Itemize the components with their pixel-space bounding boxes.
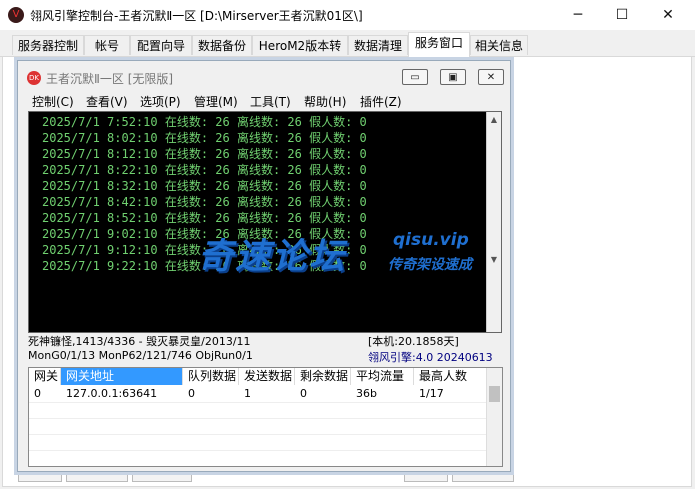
tab-service-window[interactable]: 服务窗口 <box>408 32 470 57</box>
watermark-slogan: 传奇架设速成 <box>388 257 472 273</box>
table-header-max-users[interactable]: 最高人数 <box>414 368 488 385</box>
status-local: [本机:20.1858天] <box>368 335 459 348</box>
status-run: Run52/47 Soc0/0 Usr0/123 <box>28 300 176 313</box>
log-line: 2025/7/1 8:42:10 在线数: 26 离线数: 26 假人数: 0 <box>42 195 367 209</box>
maximize-button[interactable]: ☐ <box>599 0 645 30</box>
table-cell: 1/17 <box>419 387 444 400</box>
child-maximize-button[interactable]: ▣ <box>440 69 466 85</box>
table-cell: 0 <box>34 387 41 400</box>
status-hum: Hum0/12 Mon62/123 UsrRot15/130 Merch0/12… <box>28 317 347 330</box>
tab-data-backup[interactable]: 数据备份 <box>192 35 252 55</box>
tab-data-cleanup[interactable]: 数据清理 <box>348 35 408 55</box>
tab-herom2-convert[interactable]: HeroM2版本转换 <box>252 35 348 73</box>
table-header-avg-traffic[interactable]: 平均流量 <box>351 368 414 385</box>
table-cell: 0 <box>300 387 307 400</box>
status-mongo: MonG0/1/13 MonP62/121/746 ObjRun0/1 <box>28 349 253 362</box>
table-gridline <box>29 434 488 435</box>
title-bar: V 翎风引擎控制台-王者沉默Ⅱ一区 [D:\Mirserver王者沉默01区\]… <box>0 0 695 30</box>
log-line: 2025/7/1 7:52:10 在线数: 26 离线数: 26 假人数: 0 <box>42 115 367 129</box>
table-gridline <box>29 402 488 403</box>
close-button[interactable]: ✕ <box>645 0 691 30</box>
status-engine: 引擎:259:28:40 [M][F] <box>226 302 345 315</box>
table-scroll-thumb[interactable] <box>489 386 500 402</box>
table-cell: 36b <box>356 387 377 400</box>
table-scrollbar[interactable] <box>486 368 502 466</box>
status-refresh: [刷怪:130671;8349] <box>368 302 476 315</box>
log-line: 2025/7/1 8:12:10 在线数: 26 离线数: 26 假人数: 0 <box>42 147 367 161</box>
child-window-title: 王者沉默Ⅱ一区 [无限版] <box>46 72 174 86</box>
log-line: 2025/7/1 8:22:10 在线数: 26 离线数: 26 假人数: 0 <box>42 163 367 177</box>
tab-bar: 服务器控制 帐号 配置向导 数据备份 HeroM2版本转换 数据清理 服务窗口 … <box>0 30 695 73</box>
child-minimize-button[interactable]: ▭ <box>402 69 428 85</box>
tab-config-wizard[interactable]: 配置向导 <box>130 35 192 55</box>
menu-control[interactable]: 控制(C) <box>32 93 74 110</box>
table-cell: 0 <box>188 387 195 400</box>
table-header-gateway[interactable]: 网关 <box>29 368 61 385</box>
child-title-bar: DK 王者沉默Ⅱ一区 [无限版] ▭ ▣ ✕ <box>18 61 510 91</box>
log-line: 2025/7/1 8:02:10 在线数: 26 离线数: 26 假人数: 0 <box>42 131 367 145</box>
window-title: 翎风引擎控制台-王者沉默Ⅱ一区 [D:\Mirserver王者沉默01区\] <box>30 9 363 23</box>
menu-help[interactable]: 帮助(H) <box>304 93 346 110</box>
scroll-up-arrow-icon[interactable]: ▲ <box>487 112 501 127</box>
tab-related-info[interactable]: 相关信息 <box>470 35 528 55</box>
status-version: 翎风引擎:4.0 20240613 <box>368 351 493 364</box>
table-header-remaining[interactable]: 剩余数据 <box>295 368 351 385</box>
tab-account[interactable]: 帐号 <box>84 35 130 55</box>
watermark-main: 奇速论坛 <box>198 237 347 277</box>
log-line: 2025/7/1 8:32:10 在线数: 26 离线数: 26 假人数: 0 <box>42 179 367 193</box>
status-online: [在线:26/26/0] <box>368 319 445 332</box>
table-gridline <box>29 450 488 451</box>
child-close-button[interactable]: ✕ <box>478 69 504 85</box>
watermark: 奇速论坛 qisu.vip 传奇架设速成 <box>198 228 498 278</box>
menu-bar: 控制(C) 查看(V) 选项(P) 管理(M) 工具(T) 帮助(H) 插件(Z… <box>18 91 510 111</box>
table-cell: 127.0.0.1:63641 <box>66 387 158 400</box>
log-line: 2025/7/1 8:52:10 在线数: 26 离线数: 26 假人数: 0 <box>42 211 367 225</box>
child-app-icon: DK <box>27 71 41 85</box>
table-cell: 1 <box>244 387 251 400</box>
menu-plugins[interactable]: 插件(Z) <box>360 93 402 110</box>
menu-manage[interactable]: 管理(M) <box>194 93 238 110</box>
minimize-button[interactable]: ─ <box>555 0 601 30</box>
table-header-queue[interactable]: 队列数据 <box>183 368 239 385</box>
menu-tools[interactable]: 工具(T) <box>250 93 291 110</box>
tab-server-control[interactable]: 服务器控制 <box>12 35 84 55</box>
watermark-domain: qisu.vip <box>393 230 469 250</box>
menu-options[interactable]: 选项(P) <box>140 93 181 110</box>
table-gridline <box>29 418 488 419</box>
menu-view[interactable]: 查看(V) <box>86 93 128 110</box>
status-death: 死神镰怪,1413/4336 - 毁灭暴灵皇/2013/11 <box>28 335 251 348</box>
log-scrollbar[interactable]: ▲ ▼ <box>486 112 501 332</box>
table-header-address[interactable]: 网关地址 <box>61 368 183 385</box>
gateway-table[interactable]: 网关 网关地址 队列数据 发送数据 剩余数据 平均流量 最高人数 0 127.0… <box>28 367 503 467</box>
app-logo-icon: V <box>8 7 24 23</box>
table-header-sent[interactable]: 发送数据 <box>239 368 295 385</box>
